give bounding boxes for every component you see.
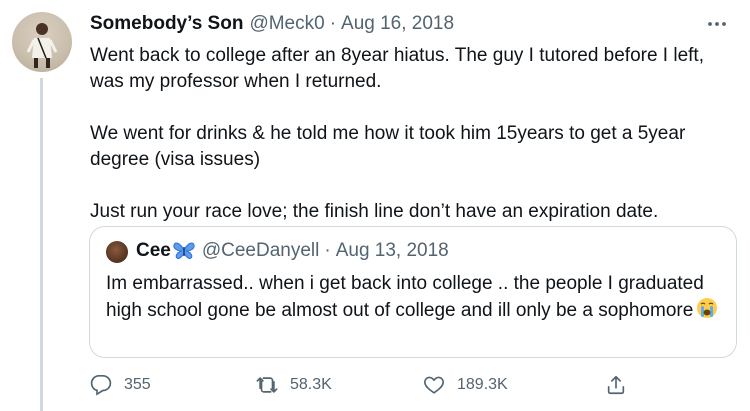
- quoted-tweet-header: Cee @CeeDanyell · Aug 13, 2018: [136, 240, 449, 262]
- author-avatar[interactable]: [12, 12, 72, 72]
- quoted-header-separator: ·: [324, 240, 331, 261]
- reply-button[interactable]: 355: [90, 372, 151, 398]
- author-handle[interactable]: @Meck0: [249, 13, 324, 35]
- quoted-tweet-text: Im embarrassed.. when i get back into co…: [106, 273, 704, 321]
- header-separator: ·: [329, 13, 337, 34]
- tweet-actions: 355 58.3K 189.3K: [90, 372, 740, 398]
- butterfly-emoji-icon: [172, 241, 196, 261]
- quoted-author-avatar: [106, 241, 128, 263]
- quoted-tweet-date: Aug 13, 2018: [335, 240, 449, 261]
- retweet-button[interactable]: 58.3K: [256, 372, 332, 398]
- crying-face-emoji-icon: [696, 297, 718, 319]
- like-count: 189.3K: [457, 376, 508, 393]
- tweet-paragraph: We went for drinks & he told me how it t…: [90, 123, 686, 170]
- tweet-body: Went back to college after an 8year hiat…: [90, 43, 740, 225]
- reply-count: 355: [124, 376, 151, 393]
- quoted-tweet-body: Im embarrassed.. when i get back into co…: [106, 271, 726, 324]
- tweet-paragraph: Just run your race love; the finish line…: [90, 201, 659, 222]
- retweet-count: 58.3K: [290, 376, 332, 393]
- quoted-tweet-card[interactable]: Cee @CeeDanyell · Aug 13, 2018 Im embarr…: [89, 226, 737, 358]
- tweet-paragraph: Went back to college after an 8year hiat…: [90, 45, 704, 92]
- share-icon: [607, 375, 625, 395]
- share-button[interactable]: [605, 372, 627, 398]
- more-horizontal-icon: [708, 22, 726, 26]
- heart-icon: [424, 376, 444, 394]
- more-options-button[interactable]: [700, 12, 734, 36]
- tweet-date[interactable]: Aug 16, 2018: [341, 13, 454, 35]
- author-name[interactable]: Somebody’s Son: [90, 13, 243, 35]
- retweet-icon: [256, 377, 278, 393]
- like-button[interactable]: 189.3K: [423, 372, 508, 398]
- quoted-author-name: Cee: [136, 240, 171, 261]
- thread-line: [40, 78, 43, 411]
- quoted-author-handle: @CeeDanyell: [201, 240, 320, 261]
- tweet-header: Somebody’s Son @Meck0 · Aug 16, 2018: [90, 13, 454, 37]
- reply-icon: [90, 375, 112, 396]
